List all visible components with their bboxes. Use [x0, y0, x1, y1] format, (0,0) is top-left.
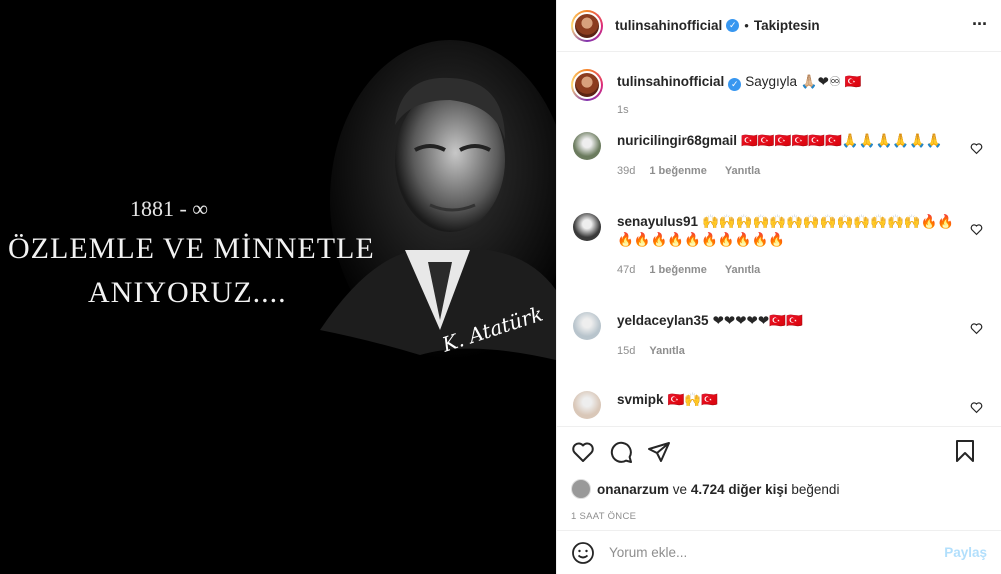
caption-text: Saygıyla 🙏🏼❤♾ — [745, 74, 842, 89]
post-image[interactable]: 1881 - ∞ ÖZLEMLE VE MİNNETLE ANIYORUZ...… — [0, 0, 556, 574]
reply-button[interactable]: Yanıtla — [649, 424, 684, 425]
instagram-post-modal: 1881 - ∞ ÖZLEMLE VE MİNNETLE ANIYORUZ...… — [0, 0, 1001, 574]
commenter-username[interactable]: yeldaceylan35 — [617, 313, 709, 328]
commenter-username[interactable]: senayulus91 — [617, 214, 698, 229]
commenter-avatar[interactable] — [573, 312, 601, 340]
liker-avatar[interactable] — [571, 479, 591, 499]
commenter-avatar[interactable] — [573, 391, 601, 419]
comment-age: 39d — [617, 165, 636, 177]
comment-bubble-icon[interactable] — [609, 440, 633, 464]
post-actions: onanarzum ve 4.724 diğer kişi beğendi 1 … — [557, 426, 1001, 531]
comment-row: senayulus91 🙌🙌🙌🙌🙌🙌🙌🙌🙌🙌🙌🙌🙌🔥🔥🔥🔥🔥🔥🔥🔥🔥🔥🔥🔥 47d 1… — [571, 213, 987, 279]
author-username[interactable]: tulinsahinofficial — [615, 18, 722, 33]
reply-button[interactable]: Yanıtla — [649, 345, 684, 357]
comment-age: 47d — [617, 264, 636, 276]
share-comment-button[interactable]: Paylaş — [944, 545, 987, 560]
comment-age: 53d — [617, 424, 635, 425]
comment-like-heart-icon[interactable] — [970, 223, 983, 236]
comment-text: ❤❤❤❤❤🇹🇷🇹🇷 — [712, 313, 803, 328]
comment-like-heart-icon[interactable] — [970, 401, 983, 414]
reply-button[interactable]: Yanıtla — [725, 165, 760, 177]
liked-count[interactable]: 4.724 diğer kişi — [691, 482, 788, 497]
comment-like-heart-icon[interactable] — [970, 142, 983, 155]
commenter-username[interactable]: nuricilingir68gmail — [617, 133, 737, 148]
caption-username[interactable]: tulinsahinofficial — [617, 74, 724, 89]
comment-row: nuricilingir68gmail 🇹🇷🇹🇷🇹🇷🇹🇷🇹🇷🇹🇷🙏🙏🙏🙏🙏🙏 39d… — [571, 132, 987, 180]
post-header: tulinsahinofficial ✓ • Takiptesin ··· — [557, 0, 1001, 52]
comment-row: yeldaceylan35 ❤❤❤❤❤🇹🇷🇹🇷 15d Yanıtla — [571, 312, 987, 360]
tribute-line-1: ÖZLEMLE VE MİNNETLE — [8, 232, 375, 265]
add-comment-bar: Paylaş — [557, 530, 1001, 574]
caption-flag: 🇹🇷 — [844, 74, 862, 89]
comment-row: svmipk🇹🇷🙌🇹🇷 53d Yanıtla — [571, 391, 987, 425]
verified-icon: ✓ — [726, 19, 740, 32]
emoji-icon[interactable] — [571, 541, 595, 565]
comment-likes[interactable]: 1 beğenme — [649, 165, 706, 177]
reply-button[interactable]: Yanıtla — [725, 264, 760, 276]
liked-mid: ve — [672, 481, 688, 497]
more-options-icon[interactable]: ··· — [972, 14, 988, 35]
like-heart-icon[interactable] — [571, 440, 595, 464]
caption-author-avatar[interactable] — [571, 69, 603, 101]
comment-age: 15d — [617, 345, 636, 357]
likes-summary: onanarzum ve 4.724 diğer kişi beğendi — [571, 479, 987, 499]
comment-text: 🇹🇷🙌🇹🇷 — [667, 392, 718, 407]
commenter-avatar[interactable] — [573, 132, 601, 160]
share-direct-icon[interactable] — [647, 440, 671, 464]
commenter-username[interactable]: svmipk — [617, 392, 664, 407]
comments-list[interactable]: tulinsahinofficial ✓ Saygıyla 🙏🏼❤♾ 🇹🇷 1s n… — [557, 53, 1001, 425]
verified-icon: ✓ — [728, 78, 742, 91]
follow-status-button[interactable]: Takiptesin — [754, 18, 820, 33]
post-side-panel: tulinsahinofficial ✓ • Takiptesin ··· tu… — [556, 0, 1001, 574]
tribute-line-2: ANIYORUZ.... — [88, 276, 287, 309]
comment-text: 🇹🇷🇹🇷🇹🇷🇹🇷🇹🇷🇹🇷🙏🙏🙏🙏🙏🙏 — [741, 133, 943, 148]
commenter-avatar[interactable] — [573, 213, 601, 241]
caption: tulinsahinofficial ✓ Saygıyla 🙏🏼❤♾ 🇹🇷 1s — [571, 69, 987, 119]
liked-suffix: beğendi — [791, 481, 840, 497]
save-bookmark-icon[interactable] — [953, 439, 977, 463]
ataturk-portrait-graphic: 1881 - ∞ ÖZLEMLE VE MİNNETLE ANIYORUZ...… — [0, 0, 556, 574]
liked-by-user[interactable]: onanarzum — [597, 482, 669, 497]
separator-dot: • — [744, 18, 749, 33]
comment-likes[interactable]: 1 beğenme — [649, 264, 706, 276]
comment-like-heart-icon[interactable] — [970, 322, 983, 335]
author-avatar[interactable] — [571, 9, 603, 42]
comment-input[interactable] — [609, 545, 945, 560]
years-text: 1881 - ∞ — [130, 196, 208, 221]
post-timestamp: 1 SAAT ÖNCE — [571, 511, 637, 522]
caption-time: 1s — [617, 104, 629, 116]
